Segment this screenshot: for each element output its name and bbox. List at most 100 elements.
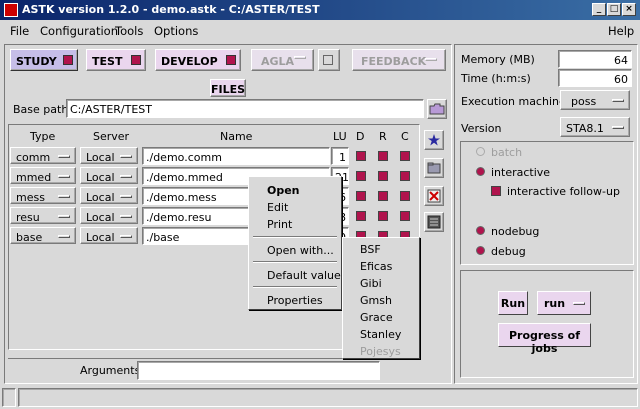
develop-button[interactable]: DEVELOP [155, 49, 241, 71]
dropdown-icon [120, 195, 132, 198]
add-file-button[interactable] [424, 130, 444, 150]
app-icon [4, 3, 18, 17]
ctx-edit[interactable]: Edit [267, 202, 288, 213]
submenu-item[interactable]: Grace [360, 312, 393, 323]
list-file-button[interactable] [424, 212, 444, 232]
agla-button[interactable]: AGLA [251, 49, 314, 71]
time-input[interactable]: 60 [558, 69, 632, 87]
delete-icon [427, 189, 441, 203]
develop-label: DEVELOP [161, 55, 218, 68]
type-dropdown[interactable]: mess [10, 187, 76, 204]
study-checkbox[interactable] [63, 55, 73, 65]
menu-file[interactable]: File [10, 25, 29, 38]
lu-input[interactable]: 1 [331, 147, 349, 165]
dropdown-icon [58, 195, 70, 198]
nodebug-radio[interactable] [476, 226, 485, 235]
open-file-button[interactable] [424, 158, 444, 178]
c-checkbox[interactable] [400, 211, 410, 221]
maximize-button[interactable]: □ [607, 3, 621, 16]
menu-bar: File Configuration Tools Options Help [0, 20, 640, 42]
c-checkbox[interactable] [400, 191, 410, 201]
batch-radio[interactable] [476, 147, 485, 156]
dropdown-icon [120, 235, 132, 238]
delete-file-button[interactable] [424, 186, 444, 206]
arguments-input[interactable] [137, 361, 380, 380]
test-checkbox[interactable] [131, 55, 141, 65]
type-dropdown[interactable]: resu [10, 207, 76, 224]
study-label: STUDY [16, 55, 57, 68]
r-checkbox[interactable] [378, 191, 388, 201]
agla-dropdown-icon [294, 56, 306, 59]
d-checkbox[interactable] [356, 191, 366, 201]
develop-checkbox[interactable] [226, 55, 236, 65]
close-button[interactable]: × [622, 3, 636, 16]
server-dropdown[interactable]: Local [80, 207, 138, 224]
study-button[interactable]: STUDY [10, 49, 78, 71]
server-dropdown[interactable]: Local [80, 167, 138, 184]
test-label: TEST [92, 55, 123, 68]
feedback-dropdown-icon [425, 58, 437, 61]
run-button[interactable]: Run [498, 291, 528, 315]
interactive-radio[interactable] [476, 167, 485, 176]
submenu-item[interactable]: Eficas [360, 261, 392, 272]
followup-checkbox[interactable] [491, 186, 501, 196]
agla-checkbox[interactable] [323, 55, 333, 65]
submenu-item[interactable]: Gmsh [360, 295, 392, 306]
r-checkbox[interactable] [378, 151, 388, 161]
col-header-lu: LU [333, 130, 347, 143]
d-checkbox[interactable] [356, 211, 366, 221]
ctx-default-value[interactable]: Default value [267, 270, 341, 281]
debug-radio[interactable] [476, 246, 485, 255]
memory-input[interactable]: 64 [558, 50, 632, 68]
menu-tools[interactable]: Tools [115, 25, 143, 38]
ctx-separator [253, 236, 337, 238]
c-checkbox[interactable] [400, 151, 410, 161]
type-dropdown[interactable]: comm [10, 147, 76, 164]
col-header-c: C [401, 130, 409, 143]
menu-configuration[interactable]: Configuration [40, 25, 118, 38]
r-checkbox[interactable] [378, 171, 388, 181]
base-path-input[interactable]: C:/ASTER/TEST [66, 99, 424, 118]
server-dropdown[interactable]: Local [80, 147, 138, 164]
r-checkbox[interactable] [378, 211, 388, 221]
arguments-label: Arguments [80, 364, 141, 377]
dropdown-icon [612, 126, 624, 129]
machine-label: Execution machine [461, 95, 566, 108]
dropdown-icon [573, 302, 585, 305]
d-checkbox[interactable] [356, 151, 366, 161]
server-dropdown[interactable]: Local [80, 227, 138, 244]
d-checkbox[interactable] [356, 171, 366, 181]
col-header-type: Type [30, 130, 56, 143]
col-header-server: Server [93, 130, 130, 143]
machine-dropdown[interactable]: poss [560, 90, 630, 110]
minimize-button[interactable]: _ [592, 3, 606, 16]
ctx-separator [253, 261, 337, 263]
feedback-label: FEEDBACK [361, 55, 427, 68]
submenu-item[interactable]: Gibi [360, 278, 382, 289]
filename-input[interactable]: ./demo.comm [142, 147, 330, 165]
submenu-item[interactable]: Stanley [360, 329, 401, 340]
submenu-item[interactable]: BSF [360, 244, 381, 255]
time-label: Time (h:m:s) [461, 72, 531, 85]
type-dropdown[interactable]: mmed [10, 167, 76, 184]
run-mode-dropdown[interactable]: run [537, 291, 591, 315]
window-title: ASTK version 1.2.0 - demo.astk - C:/ASTE… [22, 3, 320, 16]
progress-button[interactable]: Progress of jobs [498, 323, 591, 355]
menu-options[interactable]: Options [154, 25, 198, 38]
ctx-properties[interactable]: Properties [267, 295, 323, 306]
menu-help[interactable]: Help [608, 25, 634, 38]
feedback-button[interactable]: FEEDBACK [352, 49, 446, 71]
folder-button[interactable] [427, 99, 447, 119]
dropdown-icon [120, 175, 132, 178]
server-dropdown[interactable]: Local [80, 187, 138, 204]
dropdown-icon [58, 175, 70, 178]
type-dropdown[interactable]: base [10, 227, 76, 244]
test-button[interactable]: TEST [86, 49, 146, 71]
folder-open-icon [427, 162, 441, 174]
interactive-label: interactive [491, 166, 551, 179]
ctx-open-with[interactable]: Open with... [267, 245, 334, 256]
ctx-print[interactable]: Print [267, 219, 292, 230]
c-checkbox[interactable] [400, 171, 410, 181]
version-dropdown[interactable]: STA8.1 [560, 117, 630, 137]
ctx-open[interactable]: Open [267, 185, 300, 196]
